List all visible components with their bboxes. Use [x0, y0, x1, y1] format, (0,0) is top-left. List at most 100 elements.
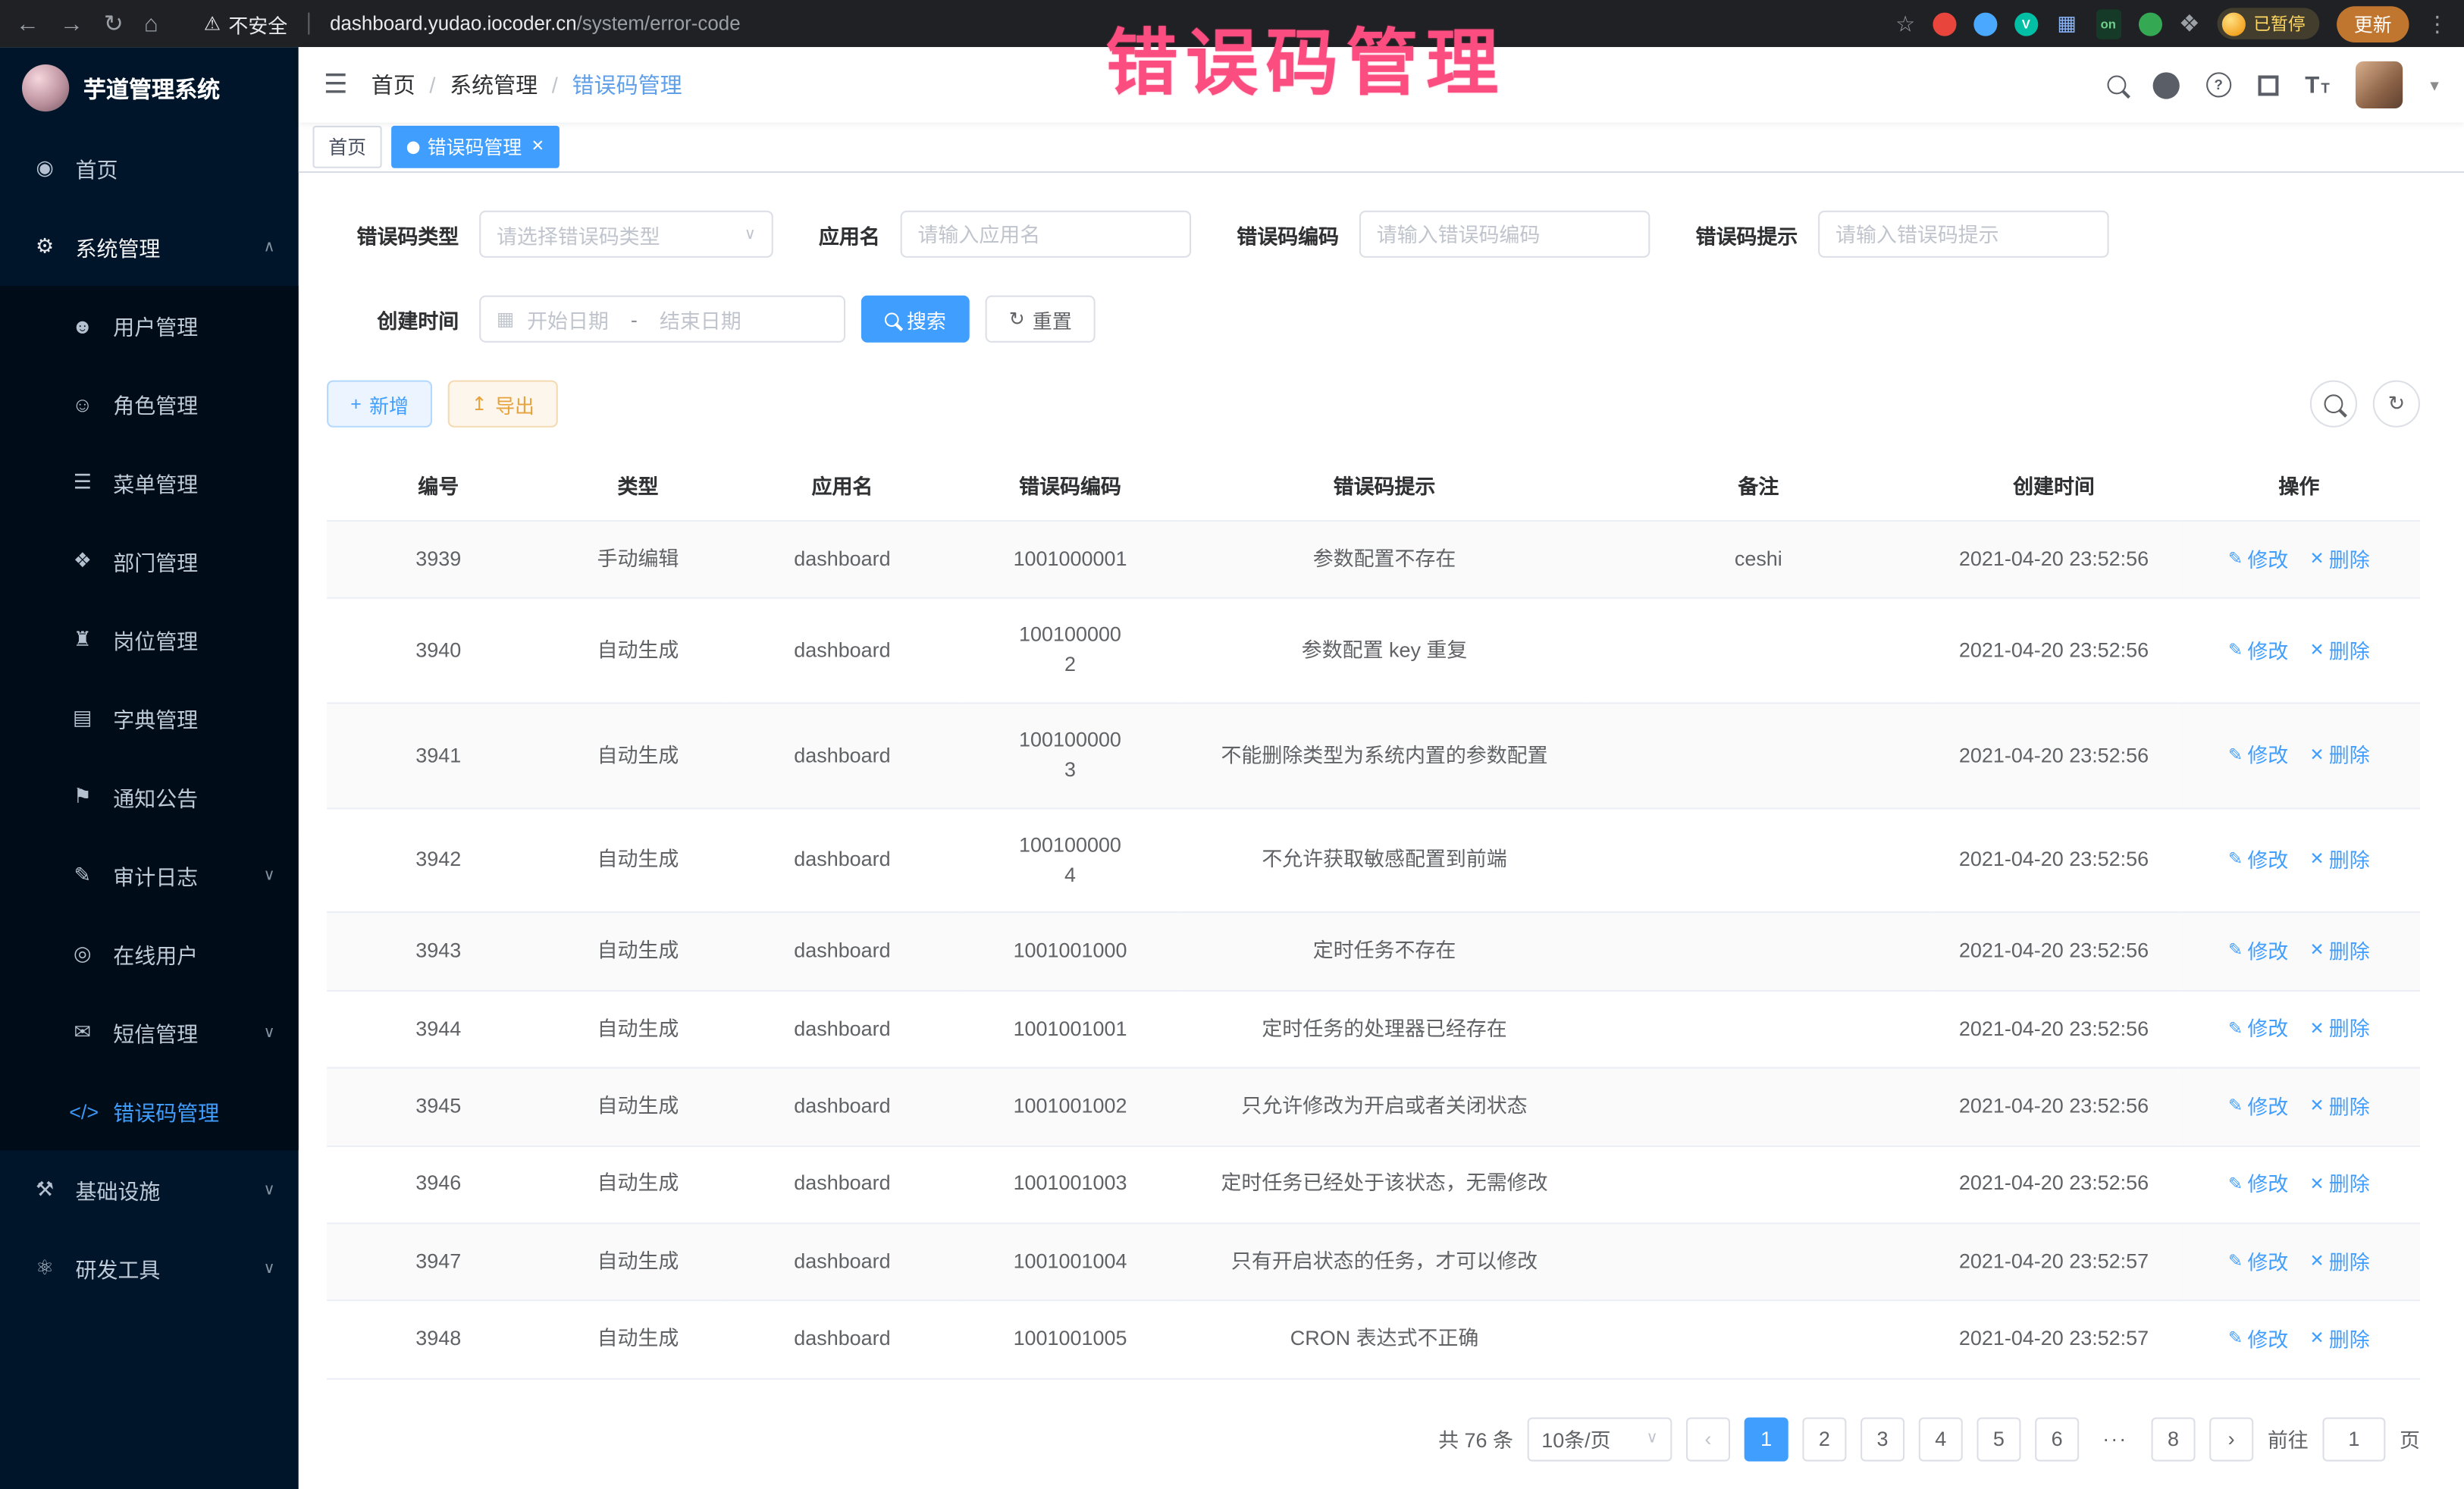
column-header[interactable]: 备注	[1587, 450, 1930, 521]
font-size-icon[interactable]	[2305, 71, 2329, 98]
date-range-picker[interactable]: ▦ 开始日期 - 结束日期	[479, 296, 845, 343]
edit-link[interactable]: ✎修改	[2228, 847, 2288, 876]
delete-link[interactable]: ✕删除	[2309, 1249, 2369, 1278]
sidebar-item[interactable]: ▤ 字典管理	[0, 679, 299, 757]
sidebar-item[interactable]: ◉ 首页	[0, 129, 299, 208]
bookmark-star-icon[interactable]: ☆	[1895, 13, 1915, 35]
github-icon[interactable]	[2152, 71, 2179, 98]
add-button[interactable]: + 新增	[327, 381, 432, 428]
sidebar-item[interactable]: ⚒ 基础设施 ∨	[0, 1150, 299, 1229]
column-header[interactable]: 操作	[2178, 450, 2420, 521]
update-button[interactable]: 更新	[2337, 5, 2409, 42]
profile-chip[interactable]: 已暂停	[2218, 8, 2320, 39]
toggle-search-button[interactable]	[2310, 381, 2357, 428]
forward-icon[interactable]: →	[60, 12, 83, 36]
page-button[interactable]: 6	[2035, 1417, 2079, 1461]
edit-link[interactable]: ✎修改	[2228, 546, 2288, 575]
delete-link[interactable]: ✕删除	[2309, 938, 2369, 967]
extension-icon-grid[interactable]: ▦	[2055, 12, 2079, 36]
app-logo[interactable]: 芋道管理系统	[0, 47, 299, 129]
search-icon[interactable]	[2107, 75, 2126, 94]
goto-page-input[interactable]	[2322, 1417, 2385, 1461]
delete-icon: ✕	[2309, 548, 2324, 573]
browser-menu-icon[interactable]: ⋮	[2426, 13, 2448, 35]
view-tab[interactable]: 错误码管理	[391, 126, 560, 168]
edit-link[interactable]: ✎修改	[2228, 1093, 2288, 1123]
delete-link[interactable]: ✕删除	[2309, 1171, 2369, 1201]
sidebar-item[interactable]: ☻ 用户管理	[0, 286, 299, 365]
page-button[interactable]: ···	[2093, 1417, 2137, 1461]
reload-icon[interactable]: ↻	[104, 12, 124, 36]
sidebar-item[interactable]: ⚙ 系统管理 ∧	[0, 208, 299, 287]
next-page-button[interactable]: ›	[2209, 1417, 2253, 1461]
back-icon[interactable]: ←	[16, 12, 39, 36]
page-button[interactable]: 4	[1919, 1417, 1963, 1461]
edit-link[interactable]: ✎修改	[2228, 638, 2288, 667]
sidebar-item[interactable]: ◎ 在线用户	[0, 914, 299, 993]
error-hint-input[interactable]	[1818, 211, 2108, 258]
column-header[interactable]: 编号	[327, 450, 550, 521]
edit-link[interactable]: ✎修改	[2228, 742, 2288, 772]
breadcrumb-item[interactable]: 系统管理	[450, 69, 538, 100]
column-header[interactable]: 应用名	[726, 450, 959, 521]
avatar-caret-icon[interactable]: ▾	[2430, 74, 2438, 95]
sidebar-item[interactable]: ☰ 菜单管理	[0, 444, 299, 522]
page-button[interactable]: 3	[1861, 1417, 1904, 1461]
app-name-input[interactable]	[901, 211, 1191, 258]
delete-link[interactable]: ✕删除	[2309, 742, 2369, 772]
address-url[interactable]: dashboard.yudao.iocoder.cn/system/error-…	[330, 13, 741, 35]
fullscreen-icon[interactable]	[2258, 74, 2278, 95]
extension-icon-on-badge[interactable]: on	[2096, 8, 2121, 38]
edit-link[interactable]: ✎修改	[2228, 1326, 2288, 1356]
delete-link[interactable]: ✕删除	[2309, 546, 2369, 575]
page-button[interactable]: 1	[1745, 1417, 1788, 1461]
search-button[interactable]: 搜索	[861, 296, 970, 343]
breadcrumb-item[interactable]: 错误码管理	[572, 69, 682, 100]
help-icon[interactable]	[2206, 72, 2231, 97]
home-icon[interactable]: ⌂	[144, 12, 158, 36]
export-button[interactable]: ↥ 导出	[448, 381, 558, 428]
edit-link[interactable]: ✎修改	[2228, 938, 2288, 967]
sidebar-item[interactable]: ✉ 短信管理 ∨	[0, 993, 299, 1072]
delete-link[interactable]: ✕删除	[2309, 1016, 2369, 1045]
column-header[interactable]: 错误码提示	[1182, 450, 1588, 521]
extension-icon-green[interactable]	[2138, 12, 2161, 36]
delete-link[interactable]: ✕删除	[2309, 638, 2369, 667]
prev-page-button[interactable]: ‹	[1686, 1417, 1730, 1461]
delete-link[interactable]: ✕删除	[2309, 1326, 2369, 1356]
sidebar-item[interactable]: ✎ 审计日志 ∨	[0, 836, 299, 915]
extensions-puzzle-icon[interactable]: ❖	[2179, 12, 2200, 36]
user-avatar[interactable]	[2356, 61, 2403, 108]
column-header[interactable]: 类型	[550, 450, 726, 521]
view-tab[interactable]: 首页	[312, 126, 381, 168]
page-size-select[interactable]: 10条/页 ∨	[1528, 1417, 1672, 1461]
security-indicator[interactable]: ⚠ 不安全	[204, 8, 287, 38]
url-path: /system/error-code	[577, 13, 741, 35]
hamburger-icon[interactable]: ☰	[324, 69, 348, 100]
extension-icon-red[interactable]	[1933, 12, 1956, 36]
sidebar-item[interactable]: ☺ 角色管理	[0, 365, 299, 444]
sidebar-item[interactable]: ♜ 岗位管理	[0, 600, 299, 679]
page-button[interactable]: 2	[1802, 1417, 1846, 1461]
sidebar-item[interactable]: ⚑ 通知公告	[0, 757, 299, 836]
page-button[interactable]: 5	[1977, 1417, 2020, 1461]
edit-link[interactable]: ✎修改	[2228, 1016, 2288, 1045]
sidebar-item[interactable]: ⚛ 研发工具 ∨	[0, 1229, 299, 1308]
sidebar-item[interactable]: </> 错误码管理	[0, 1072, 299, 1151]
error-code-input[interactable]	[1359, 211, 1650, 258]
edit-link[interactable]: ✎修改	[2228, 1249, 2288, 1278]
extension-icon-blue[interactable]	[1973, 12, 1997, 36]
page-button[interactable]: 8	[2151, 1417, 2195, 1461]
refresh-table-button[interactable]: ↻	[2373, 381, 2420, 428]
sidebar-item[interactable]: ❖ 部门管理	[0, 522, 299, 600]
error-type-select[interactable]: 请选择错误码类型 ∨	[479, 211, 773, 258]
extension-icon-teal[interactable]: V	[2014, 12, 2038, 36]
delete-link[interactable]: ✕删除	[2309, 847, 2369, 876]
column-header[interactable]: 错误码编码	[958, 450, 1181, 521]
breadcrumb-item[interactable]: 首页	[371, 69, 415, 100]
column-header[interactable]: 创建时间	[1930, 450, 2177, 521]
reset-button[interactable]: ↻ 重置	[986, 296, 1096, 343]
tab-close-icon[interactable]	[531, 139, 544, 155]
edit-link[interactable]: ✎修改	[2228, 1171, 2288, 1201]
delete-link[interactable]: ✕删除	[2309, 1093, 2369, 1123]
